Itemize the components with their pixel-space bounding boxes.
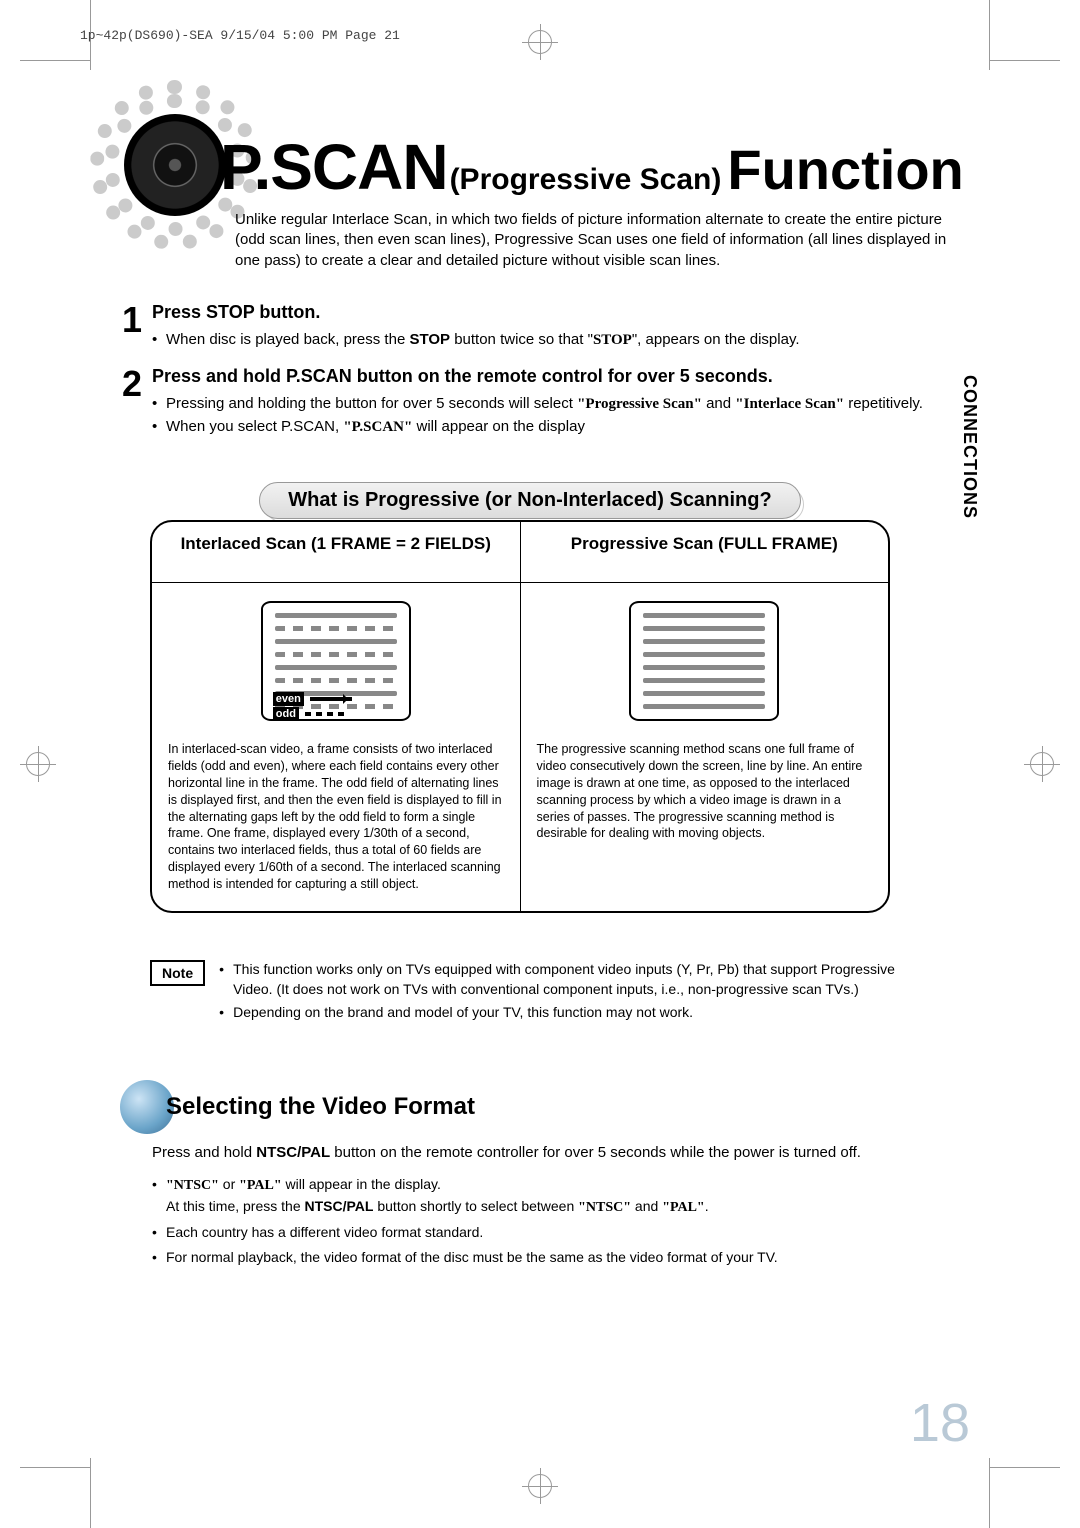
info-heading: What is Progressive (or Non-Interlaced) … (259, 482, 800, 519)
crop-mark (20, 60, 90, 61)
page-body: P.SCAN (Progressive Scan) Function Unlik… (100, 70, 980, 1458)
col-head-progressive: Progressive Scan (FULL FRAME) (537, 534, 873, 554)
note-item: This function works only on TVs equipped… (219, 960, 920, 999)
step-2: 2 Press and hold P.SCAN button on the re… (100, 366, 980, 439)
crop-mark (90, 1458, 91, 1528)
note-badge: Note (150, 960, 205, 986)
note-block: Note This function works only on TVs equ… (150, 960, 920, 1027)
subsection-lead: Press and hold NTSC/PAL button on the re… (152, 1142, 940, 1164)
col-head-interlaced: Interlaced Scan (1 FRAME = 2 FIELDS) (168, 534, 504, 554)
step-bullet: When you select P.SCAN, "P.SCAN" will ap… (152, 416, 980, 439)
interlaced-description: In interlaced-scan video, a frame consis… (168, 741, 504, 893)
print-header: 1p~42p(DS690)-SEA 9/15/04 5:00 PM Page 2… (80, 28, 400, 43)
registration-mark (522, 24, 558, 60)
step-heading: Press and hold P.SCAN button on the remo… (152, 366, 980, 387)
step-1: 1 Press STOP button. When disc is played… (100, 302, 980, 352)
steps-list: 1 Press STOP button. When disc is played… (100, 302, 980, 452)
step-bullet: Pressing and holding the button for over… (152, 393, 980, 416)
note-item: Depending on the brand and model of your… (219, 1003, 920, 1023)
comparison-box: Interlaced Scan (1 FRAME = 2 FIELDS) Pro… (150, 520, 890, 913)
crop-mark (989, 1458, 990, 1528)
crop-mark (990, 60, 1060, 61)
crop-mark (20, 1467, 90, 1468)
progressive-diagram (537, 591, 873, 731)
page-title: P.SCAN (Progressive Scan) Function (220, 130, 980, 204)
step-number: 2 (100, 366, 142, 439)
info-heading-wrap: What is Progressive (or Non-Interlaced) … (170, 482, 890, 519)
registration-mark (522, 1468, 558, 1504)
title-function: Function (727, 137, 963, 202)
registration-mark (20, 746, 56, 782)
progressive-description: The progressive scanning method scans on… (537, 741, 873, 842)
step-bullet: When disc is played back, press the STOP… (152, 329, 980, 352)
step-heading: Press STOP button. (152, 302, 980, 323)
crop-mark (989, 0, 990, 70)
registration-mark (1024, 746, 1060, 782)
interlaced-diagram: even odd (168, 591, 504, 731)
title-subtitle: (Progressive Scan) (450, 163, 722, 197)
step-number: 1 (100, 302, 142, 352)
title-pscan: P.SCAN (220, 130, 448, 204)
section-tab-connections: CONNECTIONS (959, 375, 980, 519)
subsection-title: Selecting the Video Format (166, 1093, 475, 1121)
crop-mark (990, 1467, 1060, 1468)
diagram-legend: even odd (273, 692, 352, 721)
sub-bullet: Each country has a different video forma… (152, 1222, 940, 1242)
subsection-header: Selecting the Video Format (120, 1080, 475, 1134)
intro-paragraph: Unlike regular Interlace Scan, in which … (235, 210, 960, 271)
sub-bullet: For normal playback, the video format of… (152, 1247, 940, 1267)
subsection-body: Press and hold NTSC/PAL button on the re… (152, 1142, 940, 1271)
sub-bullet: "NTSC" or "PAL" will appear in the displ… (152, 1174, 940, 1219)
page-number: 18 (910, 1392, 970, 1454)
